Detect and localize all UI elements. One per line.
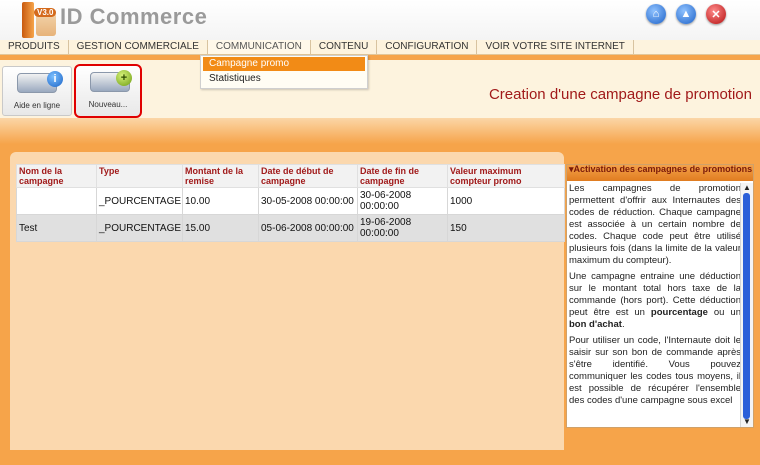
- app-title: ID Commerce: [60, 4, 208, 29]
- table-row[interactable]: _POURCENTAGE 10.00 30-05-2008 00:00:00 3…: [16, 187, 565, 215]
- dropdown-item-statistiques[interactable]: Statistiques: [203, 72, 365, 86]
- side-bold-pourcentage: pourcentage: [650, 307, 708, 318]
- info-icon: i: [47, 71, 63, 87]
- table-header-row: Nom de la campagne Type Montant de la re…: [16, 164, 565, 188]
- cell-montant: 15.00: [182, 214, 259, 242]
- campaign-table-wrapper: Nom de la campagne Type Montant de la re…: [16, 164, 565, 450]
- cell-date-fin: 30-06-2008 00:00:00: [357, 187, 448, 215]
- menu-voir-site[interactable]: VOIR VOTRE SITE INTERNET: [477, 40, 634, 54]
- menu-gestion-commerciale[interactable]: GESTION COMMERCIALE: [69, 40, 208, 54]
- cell-valeur-max: 1000: [447, 187, 565, 215]
- logo-icon: V3.0: [20, 2, 58, 38]
- campaign-table: Nom de la campagne Type Montant de la re…: [16, 164, 565, 242]
- scroll-up-icon[interactable]: ▲: [741, 183, 753, 193]
- cell-valeur-max: 150: [447, 214, 565, 242]
- home-icon[interactable]: ⌂: [646, 4, 666, 24]
- side-paragraph-1: Les campagnes de promotion permettent d'…: [569, 183, 741, 266]
- up-arrow-icon[interactable]: ▲: [676, 4, 696, 24]
- app-header: V3.0 ID Commerce ⌂ ▲ ✕: [0, 0, 760, 40]
- col-header-date-fin[interactable]: Date de fin de campagne: [357, 164, 448, 188]
- campaign-panel: Nom de la campagne Type Montant de la re…: [10, 152, 565, 450]
- new-campaign-button[interactable]: + Nouveau...: [74, 64, 142, 118]
- menu-communication[interactable]: COMMUNICATION: [207, 40, 311, 54]
- side-text: .: [621, 319, 625, 330]
- header-stripe: [0, 118, 760, 144]
- cell-date-debut: 05-06-2008 00:00:00: [258, 214, 358, 242]
- col-header-type[interactable]: Type: [96, 164, 183, 188]
- side-paragraph-3: Pour utiliser un code, l'Internaute doit…: [569, 335, 741, 406]
- help-button[interactable]: i Aide en ligne: [2, 66, 72, 116]
- col-header-nom[interactable]: Nom de la campagne: [16, 164, 97, 188]
- table-row[interactable]: Test _POURCENTAGE 15.00 05-06-2008 00:00…: [16, 214, 565, 242]
- col-header-valeur-max[interactable]: Valeur maximum compteur promo: [447, 164, 565, 188]
- main-menu: PRODUITS GESTION COMMERCIALE COMMUNICATI…: [0, 40, 760, 55]
- side-bold-bon-achat: bon d'achat: [569, 319, 622, 330]
- help-side-panel: ▾Activation des campagnes de promotions …: [566, 164, 754, 428]
- menu-contenu[interactable]: CONTENU: [311, 40, 378, 54]
- cell-type: _POURCENTAGE: [96, 214, 183, 242]
- dropdown-item-campagne-promo[interactable]: Campagne promo: [203, 57, 365, 71]
- cell-date-fin: 19-06-2008 00:00:00: [357, 214, 448, 242]
- menu-configuration[interactable]: CONFIGURATION: [377, 40, 478, 54]
- side-scrollbar[interactable]: ▲ ▼: [740, 183, 753, 427]
- menu-produits[interactable]: PRODUITS: [0, 40, 69, 54]
- cell-nom: Test: [16, 214, 97, 242]
- side-panel-heading[interactable]: ▾Activation des campagnes de promotions: [567, 165, 753, 181]
- top-icons: ⌂ ▲ ✕: [646, 4, 726, 24]
- scroll-thumb[interactable]: [743, 193, 750, 419]
- plus-icon: +: [116, 70, 132, 86]
- page-title: Creation d'une campagne de promotion: [488, 86, 752, 103]
- close-icon[interactable]: ✕: [706, 4, 726, 24]
- col-header-date-debut[interactable]: Date de début de campagne: [258, 164, 358, 188]
- help-label: Aide en ligne: [13, 101, 61, 110]
- scroll-down-icon[interactable]: ▼: [741, 417, 753, 427]
- side-heading-text: Activation des campagnes de promotions: [573, 164, 753, 174]
- new-label: Nouveau...: [88, 100, 128, 109]
- side-paragraph-2: Une campagne entraine une déduction sur …: [569, 271, 741, 331]
- cell-date-debut: 30-05-2008 00:00:00: [258, 187, 358, 215]
- communication-dropdown: Campagne promo Statistiques: [200, 55, 368, 89]
- logo-version: V3.0: [34, 8, 57, 17]
- side-panel-body: Les campagnes de promotion permettent d'…: [567, 183, 743, 427]
- cell-type: _POURCENTAGE: [96, 187, 183, 215]
- cell-nom: [16, 187, 97, 215]
- col-header-montant[interactable]: Montant de la remise: [182, 164, 259, 188]
- cell-montant: 10.00: [182, 187, 259, 215]
- side-text: ou un: [707, 307, 741, 318]
